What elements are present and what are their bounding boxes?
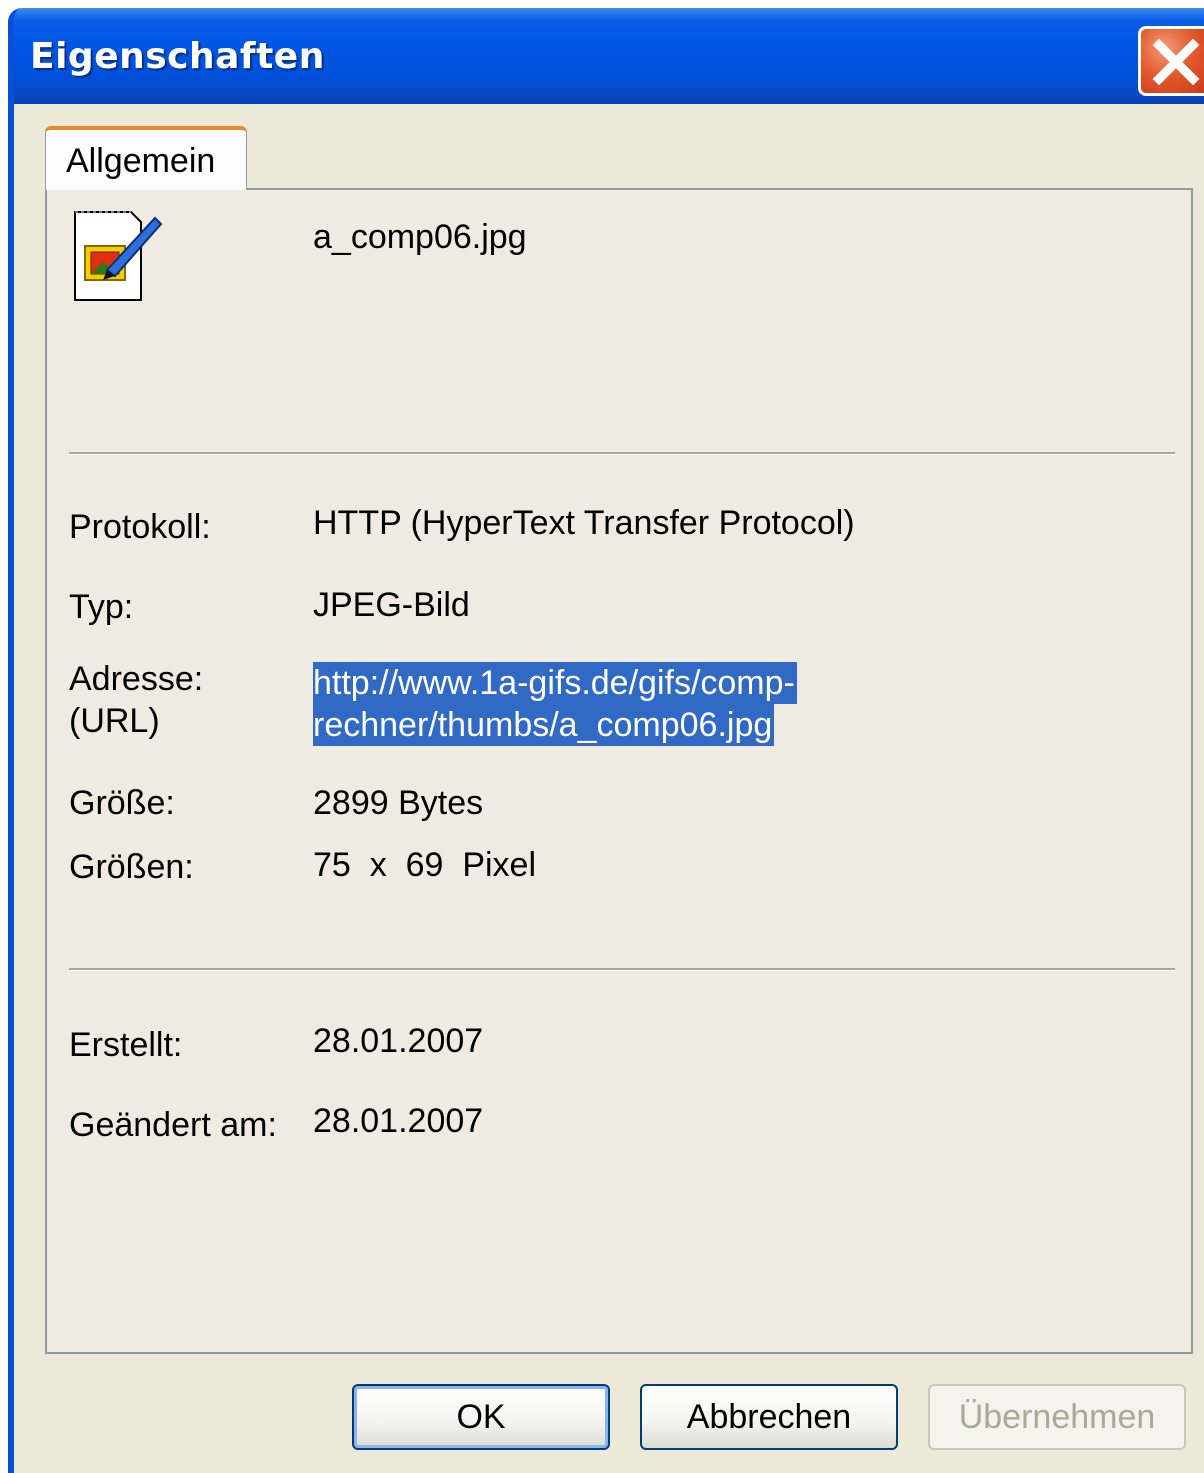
title-bar[interactable]: Eigenschaften: [14, 8, 1204, 104]
properties-dialog: Eigenschaften Allgemein a_comp06.jpg Pro…: [8, 8, 1204, 1473]
created-value: 28.01.2007: [313, 1022, 484, 1060]
protocol-value: HTTP (HyperText Transfer Protocol): [313, 504, 855, 542]
window-title: Eigenschaften: [30, 36, 325, 77]
address-value-line2: rechner/thumbs/a_comp06.jpg: [313, 704, 775, 746]
protocol-label: Protokoll:: [69, 508, 211, 546]
divider: [69, 452, 1175, 455]
address-label: Adresse:: [69, 660, 204, 698]
modified-value: 28.01.2007: [313, 1102, 484, 1140]
type-label: Typ:: [69, 588, 134, 626]
image-file-icon: [74, 211, 163, 301]
divider: [69, 968, 1175, 971]
close-button[interactable]: [1138, 26, 1204, 96]
modified-label: Geändert am:: [69, 1106, 277, 1144]
apply-button[interactable]: Übernehmen: [928, 1384, 1186, 1450]
ok-button[interactable]: OK: [352, 1384, 610, 1450]
size-label: Größe:: [69, 784, 175, 822]
general-panel: a_comp06.jpg Protokoll: HTTP (HyperText …: [45, 188, 1193, 1354]
close-icon: [1152, 38, 1200, 86]
file-name: a_comp06.jpg: [313, 218, 527, 256]
tab-label: Allgemein: [66, 142, 216, 180]
address-value-line1: http://www.1a-gifs.de/gifs/comp-: [313, 662, 797, 704]
cancel-button[interactable]: Abbrechen: [640, 1384, 898, 1450]
dimensions-value: 75 x 69 Pixel: [313, 846, 537, 884]
tab-allgemein[interactable]: Allgemein: [45, 126, 247, 190]
size-value: 2899 Bytes: [313, 784, 484, 822]
type-value: JPEG-Bild: [313, 586, 470, 624]
created-label: Erstellt:: [69, 1026, 183, 1064]
dimensions-label: Größen:: [69, 848, 194, 886]
address-label-url: (URL): [69, 702, 160, 740]
address-value[interactable]: http://www.1a-gifs.de/gifs/comp- rechner…: [313, 662, 797, 746]
